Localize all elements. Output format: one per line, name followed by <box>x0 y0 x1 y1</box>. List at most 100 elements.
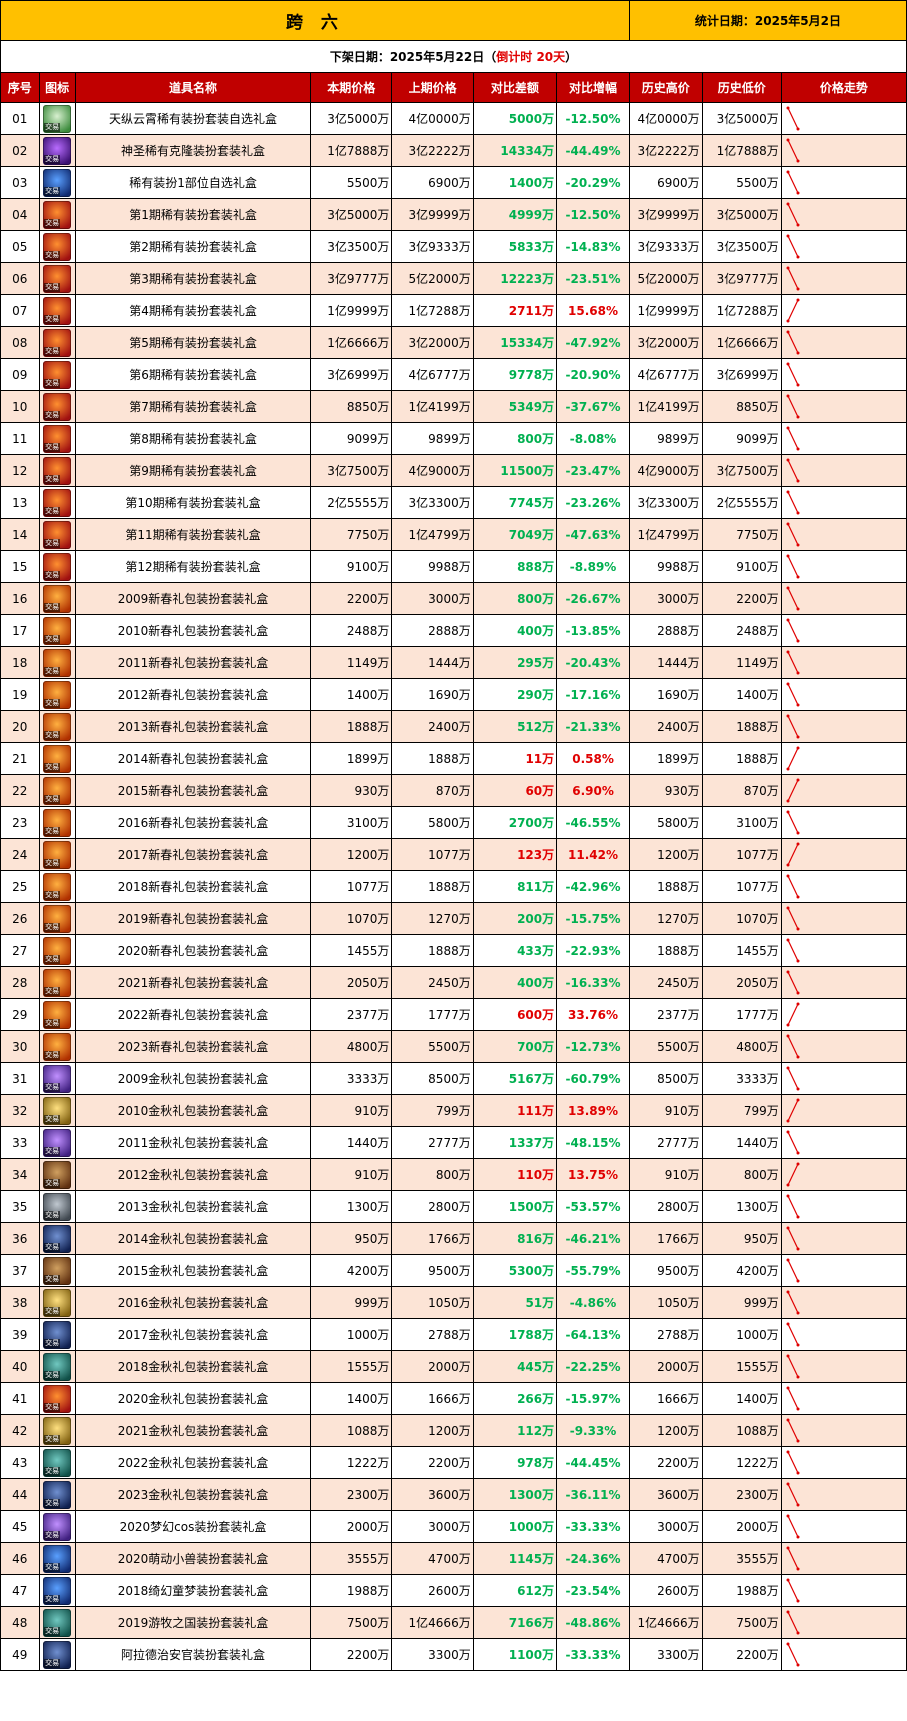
trend-up-line <box>786 1162 800 1186</box>
trade-tag: 交易 <box>44 1466 61 1476</box>
trend-point <box>786 767 790 770</box>
trend-segment <box>787 587 799 609</box>
price-change: -48.15% <box>556 1126 630 1159</box>
item-icon: 交易 <box>38 1030 76 1063</box>
gift-box-icon: 交易 <box>43 808 72 837</box>
price-diff: 290万 <box>472 678 558 711</box>
trade-tag: 交易 <box>44 570 61 580</box>
trend-down-line <box>786 1578 800 1602</box>
table-row: 22 交易 2015新春礼包装扮套装礼盒 930万 870万 60万 6.90% 930万 87… <box>0 774 907 807</box>
gift-box-icon: 交易 <box>43 456 72 485</box>
trend-point <box>796 191 800 194</box>
item-icon: 交易 <box>38 1222 76 1255</box>
trend-point <box>786 234 790 237</box>
item-name: 2019新春礼包装扮套装礼盒 <box>74 902 312 935</box>
previous-price: 9899万 <box>391 422 474 455</box>
gift-box-icon: 交易 <box>43 1128 72 1157</box>
history-high: 2200万 <box>628 1446 703 1479</box>
row-number: 40 <box>0 1350 40 1383</box>
previous-price: 3亿2000万 <box>391 326 474 359</box>
trend-cell <box>780 358 907 391</box>
table-row: 41 交易 2020金秋礼包装扮套装礼盒 1400万 1666万 266万 -15.97% 1… <box>0 1382 907 1415</box>
trend-segment <box>787 811 799 833</box>
item-name: 2015新春礼包装扮套装礼盒 <box>74 774 312 807</box>
price-table: 跨 六 统计日期：2025年5月2日 下架日期：2025年5月22日（倒计时 2… <box>0 0 907 1671</box>
gift-box-icon: 交易 <box>43 1032 72 1061</box>
item-icon: 交易 <box>38 1254 76 1287</box>
history-high: 2377万 <box>628 998 703 1031</box>
item-name: 2009金秋礼包装扮套装礼盒 <box>74 1062 312 1095</box>
history-low: 5500万 <box>701 166 782 199</box>
trend-cell <box>780 806 907 839</box>
trade-tag: 交易 <box>44 602 61 612</box>
row-number: 02 <box>0 134 40 167</box>
row-number: 07 <box>0 294 40 327</box>
previous-price: 8500万 <box>391 1062 474 1095</box>
row-number: 33 <box>0 1126 40 1159</box>
item-name: 神圣稀有克隆装扮套装礼盒 <box>74 134 312 167</box>
trend-point <box>796 255 800 258</box>
trend-segment <box>787 1163 799 1185</box>
gift-box-icon: 交易 <box>43 1192 72 1221</box>
history-low: 9100万 <box>701 550 782 583</box>
previous-price: 1077万 <box>391 838 474 871</box>
trend-cell <box>780 454 907 487</box>
trend-segment <box>787 907 799 929</box>
price-diff: 5833万 <box>472 230 558 263</box>
trend-point <box>796 1567 800 1570</box>
gift-box-icon: 交易 <box>43 488 72 517</box>
item-name: 第10期稀有装扮套装礼盒 <box>74 486 312 519</box>
gift-box-icon: 交易 <box>43 232 72 261</box>
trend-segment <box>787 1355 799 1377</box>
trend-point <box>786 1450 790 1453</box>
row-number: 47 <box>0 1574 40 1607</box>
trend-point <box>786 1578 790 1581</box>
trend-point <box>796 298 800 301</box>
history-high: 5500万 <box>628 1030 703 1063</box>
history-low: 7500万 <box>701 1606 782 1639</box>
table-row: 05 交易 第2期稀有装扮套装礼盒 3亿3500万 3亿9333万 5833万 -14.83… <box>0 230 907 263</box>
history-high: 3亿3300万 <box>628 486 703 519</box>
trend-point <box>796 1279 800 1282</box>
offshelf-suffix: ） <box>565 50 578 64</box>
trend-segment <box>787 203 799 225</box>
row-number: 21 <box>0 742 40 775</box>
table-row: 37 交易 2015金秋礼包装扮套装礼盒 4200万 9500万 5300万 -55.79%… <box>0 1254 907 1287</box>
row-number: 15 <box>0 550 40 583</box>
row-number: 17 <box>0 614 40 647</box>
table-row: 30 交易 2023新春礼包装扮套装礼盒 4800万 5500万 700万 -12.73% 5… <box>0 1030 907 1063</box>
previous-price: 1666万 <box>391 1382 474 1415</box>
price-change: -44.49% <box>556 134 630 167</box>
current-price: 4200万 <box>310 1254 393 1287</box>
history-low: 1455万 <box>701 934 782 967</box>
item-name: 第7期稀有装扮套装礼盒 <box>74 390 312 423</box>
gift-box-icon: 交易 <box>43 680 72 709</box>
gift-box-icon: 交易 <box>43 872 72 901</box>
history-low: 3亿3500万 <box>701 230 782 263</box>
previous-price: 800万 <box>391 1158 474 1191</box>
price-diff: 123万 <box>472 838 558 871</box>
trend-point <box>786 1386 790 1389</box>
trend-cell <box>780 1158 907 1191</box>
row-number: 31 <box>0 1062 40 1095</box>
gift-box-icon: 交易 <box>43 744 72 773</box>
trend-segment <box>787 683 799 705</box>
trade-tag: 交易 <box>44 1338 61 1348</box>
trend-down-line <box>786 554 800 578</box>
price-change: -53.57% <box>556 1190 630 1223</box>
item-icon: 交易 <box>38 646 76 679</box>
trend-cell <box>780 486 907 519</box>
history-low: 2300万 <box>701 1478 782 1511</box>
trend-point <box>796 415 800 418</box>
history-high: 3亿2000万 <box>628 326 703 359</box>
row-number: 18 <box>0 646 40 679</box>
trend-point <box>786 1546 790 1549</box>
item-name: 2015金秋礼包装扮套装礼盒 <box>74 1254 312 1287</box>
trend-segment <box>787 331 799 353</box>
item-icon: 交易 <box>38 678 76 711</box>
trend-point <box>786 554 790 557</box>
previous-price: 2400万 <box>391 710 474 743</box>
trend-cell <box>780 198 907 231</box>
current-price: 1077万 <box>310 870 393 903</box>
trade-tag: 交易 <box>44 922 61 932</box>
